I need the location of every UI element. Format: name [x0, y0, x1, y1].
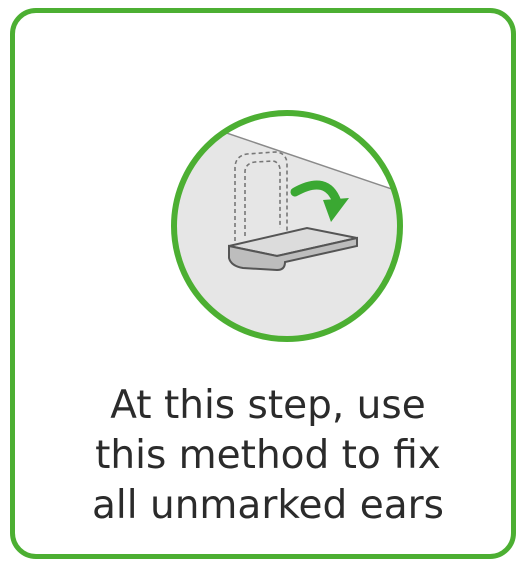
instruction-card: At this step, use this method to fix all… [10, 8, 516, 559]
caption-line-2: this method to fix [95, 433, 441, 478]
caption-line-3: all unmarked ears [92, 483, 444, 528]
fold-ear-icon [171, 110, 403, 342]
fold-ear-illustration [167, 106, 407, 346]
caption-line-1: At this step, use [110, 383, 426, 428]
instruction-caption: At this step, use this method to fix all… [15, 381, 521, 531]
